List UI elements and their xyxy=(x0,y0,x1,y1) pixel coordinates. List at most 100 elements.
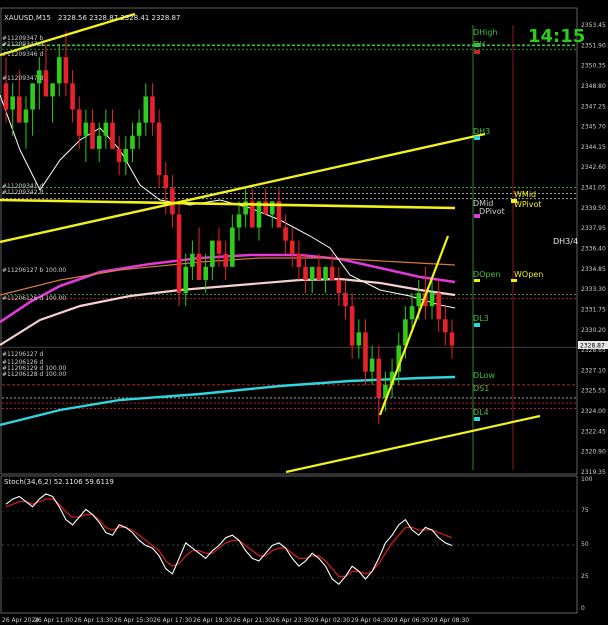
candle-body xyxy=(303,266,308,280)
pivot-label-dh34: DH3/4 xyxy=(553,237,578,246)
time-axis[interactable]: 26 Apr 202426 Apr 11:00 26 Apr 13:30 26 Ap… xyxy=(2,617,469,624)
osc-axis-label: 0 xyxy=(581,605,585,612)
osc-axis-label: 100 xyxy=(581,476,593,483)
candle-body xyxy=(409,306,415,320)
stoch-signal-line xyxy=(5,498,453,578)
price-chart[interactable]: XAUUSD,M15 2328.56 2328.87 2328.41 2328.… xyxy=(0,0,608,625)
candle-body xyxy=(323,266,328,280)
time-axis-label: 26 Apr 19:30 xyxy=(193,617,232,624)
time-axis-label: 29 Apr 02:30 xyxy=(311,617,350,624)
candle-body xyxy=(103,122,109,136)
candle-body xyxy=(223,253,228,267)
candle-body xyxy=(76,109,82,136)
candle-body xyxy=(436,293,441,320)
candle-body xyxy=(429,293,435,307)
candle-body xyxy=(269,201,275,215)
pivot-label-ds1: DS1 xyxy=(473,384,489,393)
oscillator-title: Stoch(34,6,2) 52.1106 59.6119 xyxy=(4,478,114,486)
osc-axis-label: 75 xyxy=(581,507,589,514)
time-axis-label: 29 Apr 04:30 xyxy=(351,617,390,624)
candle-body xyxy=(289,240,295,254)
trend-line-flat xyxy=(0,198,456,210)
candle-body xyxy=(230,227,235,267)
pivot-label-dl3: DL3 xyxy=(473,314,489,323)
price-axis-label: 2347.25 xyxy=(581,103,606,110)
pivot-marker xyxy=(474,279,480,282)
price-axis-label: 2327.10 xyxy=(581,367,606,374)
candle-body xyxy=(283,227,288,241)
price-axis-label: 2330.20 xyxy=(581,327,606,334)
trend-line-upper xyxy=(0,132,486,244)
candle-body xyxy=(203,266,209,280)
time-axis-label: 26 Apr 17:30 xyxy=(153,617,192,624)
candle-body xyxy=(136,122,142,136)
pivot-marker xyxy=(511,279,517,282)
candle-body xyxy=(116,148,122,162)
price-axis-label: 2342.60 xyxy=(581,164,606,171)
candle-body xyxy=(263,201,268,215)
candle-body xyxy=(50,83,55,97)
candle-body xyxy=(176,214,182,294)
price-axis-label: 2344.15 xyxy=(581,144,606,151)
candle-body xyxy=(309,266,315,280)
candle-body xyxy=(150,96,155,123)
pivot-label-wopen: WOpen xyxy=(514,270,543,279)
price-axis-label: 2333.30 xyxy=(581,286,606,293)
candle-body xyxy=(23,109,29,123)
candle-body xyxy=(163,175,169,189)
price-axis[interactable]: 2353.45 2351.90 2350.35 2348.80 2347.25 2345.… xyxy=(581,22,606,476)
candle-body xyxy=(143,96,149,123)
osc-axis-label: 25 xyxy=(581,573,589,580)
time-axis-label: 26 Apr 23:30 xyxy=(272,617,311,624)
pivot-marker xyxy=(474,43,480,47)
candle-body xyxy=(210,240,215,267)
candle-body xyxy=(216,240,222,254)
pivot-label-dhigh: DHigh xyxy=(473,28,498,37)
main-chart-frame xyxy=(0,7,578,475)
candle-body xyxy=(17,96,22,123)
price-axis-label: 2350.35 xyxy=(581,63,606,70)
candle-body xyxy=(316,266,322,280)
pivot-marker xyxy=(474,50,480,54)
candle-body xyxy=(56,57,62,84)
order-note: #11209347 d xyxy=(2,75,43,82)
pivot-label-dl4: DL4 xyxy=(473,408,489,417)
candlesticks xyxy=(3,30,455,425)
candle-body xyxy=(443,319,448,333)
order-note: #11209342 d xyxy=(2,189,43,196)
time-axis-label: 29 Apr 06:30 xyxy=(390,617,429,624)
oscillator-frame xyxy=(0,475,578,614)
candle-body xyxy=(90,122,95,149)
candle-body xyxy=(376,358,382,398)
pivot-marker xyxy=(511,199,517,203)
candle-body xyxy=(343,293,348,307)
price-axis-label: 2324.00 xyxy=(581,408,606,415)
candle-body xyxy=(170,188,175,215)
candle-body xyxy=(130,135,135,149)
bar-clock: 14:15 xyxy=(528,26,585,47)
candle-body xyxy=(356,332,362,346)
candle-body xyxy=(3,83,9,110)
pivot-label-dh3: DH3 xyxy=(473,127,490,136)
time-axis-label: 26 Apr 15:30 xyxy=(114,617,153,624)
ma-cyan xyxy=(0,375,456,427)
order-note: #11209346 d xyxy=(2,51,43,58)
candle-body xyxy=(10,96,15,110)
price-axis-label: 2319.35 xyxy=(581,469,606,476)
price-axis-label: 2351.90 xyxy=(581,42,606,49)
price-axis-label: 2345.70 xyxy=(581,124,606,131)
pivot-marker xyxy=(474,417,480,421)
candle-body xyxy=(336,279,342,294)
trend-line-lower xyxy=(285,414,541,474)
price-axis-label: 2353.45 xyxy=(581,22,606,29)
candle-body xyxy=(363,332,368,372)
pivot-label-dlow: DLow xyxy=(473,371,495,380)
candle-body xyxy=(416,293,422,307)
order-note: #11206127 d xyxy=(2,351,43,358)
candle-body xyxy=(349,306,355,346)
candle-body xyxy=(196,253,202,280)
time-axis-label: 26 Apr 13:30 xyxy=(74,617,113,624)
time-axis-label: 26 Apr 11:00 xyxy=(34,617,73,624)
symbol-label: XAUUSD,M15 xyxy=(4,14,51,22)
candle-body xyxy=(43,70,49,97)
